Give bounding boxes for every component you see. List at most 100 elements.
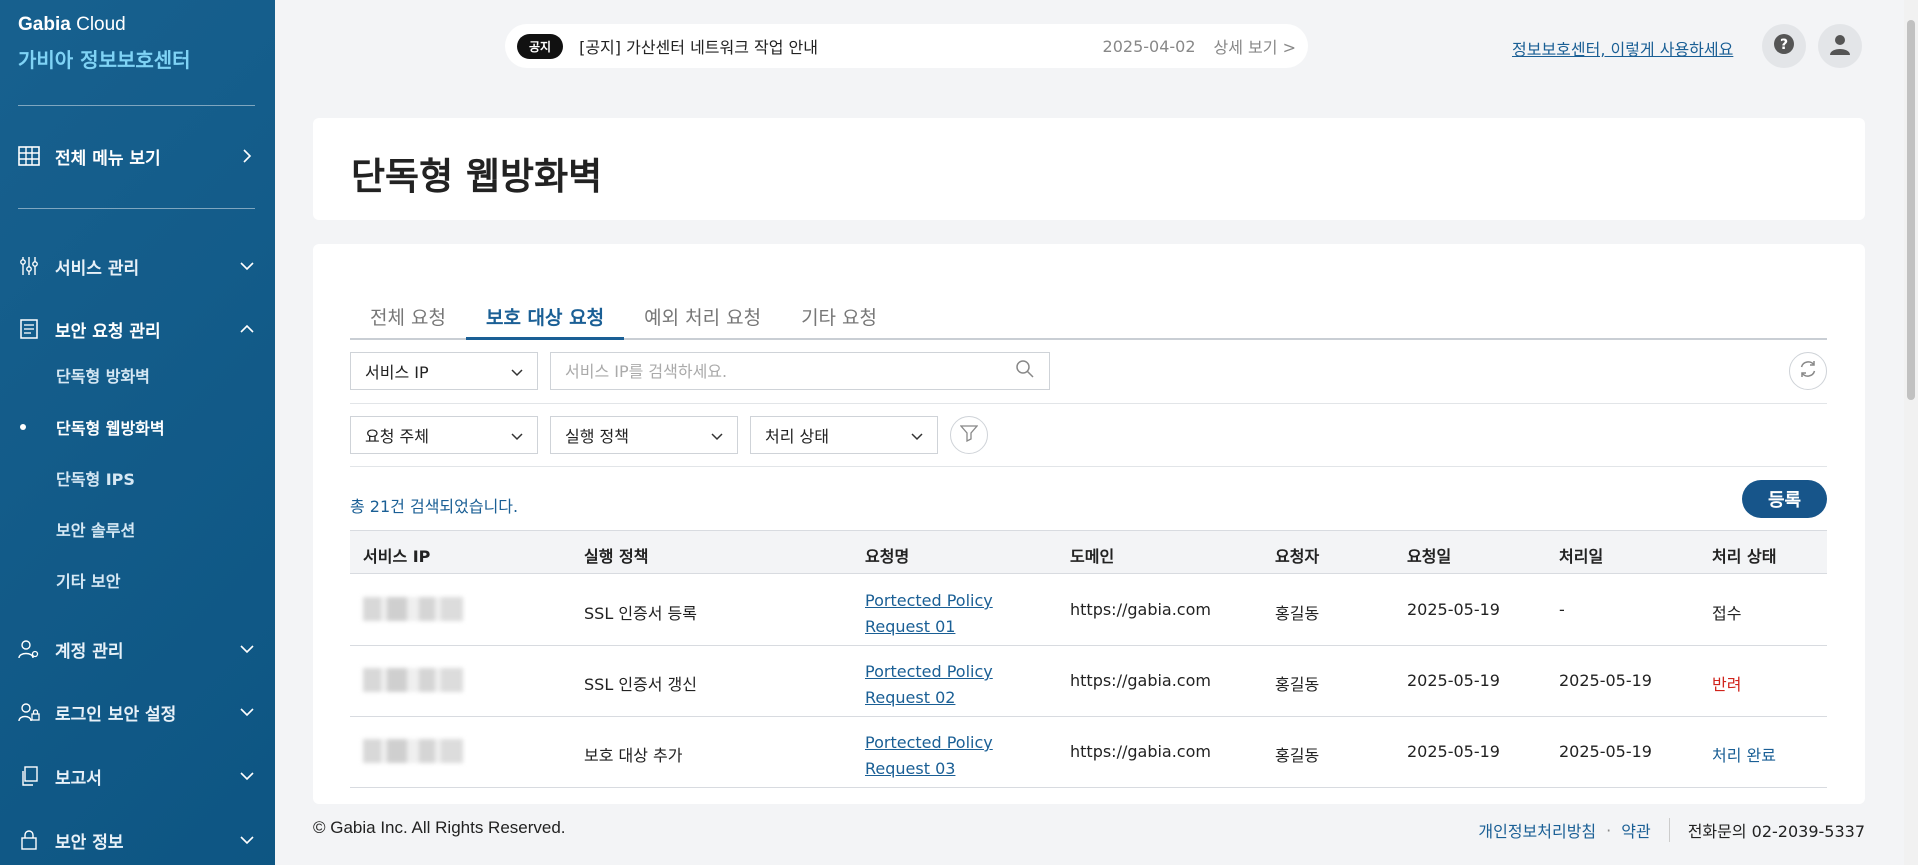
sidebar-item-security-request-label: 보안 요청 관리 — [55, 321, 161, 342]
sidebar-item-report-label: 보고서 — [55, 768, 102, 789]
divider — [350, 466, 1827, 467]
notice-badge: 공지 — [517, 33, 564, 59]
cell-process-date: 2025-05-19 — [1559, 742, 1652, 761]
brand-logo[interactable]: Gabia Cloud 가비아 정보보호센터 — [18, 14, 191, 73]
filter-icon — [959, 424, 979, 446]
chevron-down-icon — [236, 638, 258, 660]
policy-value: 실행 정책 — [565, 427, 629, 446]
sidebar-sub-firewall[interactable]: 단독형 방화벽 — [56, 363, 150, 387]
chevron-up-icon — [236, 318, 258, 340]
table-row[interactable]: SSL 인증서 갱신 Portected Policy Request 02 ht… — [350, 646, 1827, 717]
sliders-icon — [18, 255, 40, 277]
th-requester: 요청자 — [1275, 547, 1320, 566]
search-input[interactable] — [565, 361, 1015, 381]
sidebar-item-login-security[interactable]: 로그인 보안 설정 — [18, 697, 258, 727]
cell-request-name-link[interactable]: Portected Policy Request 02 — [865, 659, 993, 711]
page-scrollbar[interactable] — [1904, 0, 1918, 865]
sidebar-sub-solution[interactable]: 보안 솔루션 — [56, 517, 135, 541]
profile-button[interactable] — [1818, 24, 1862, 68]
question-icon: ? — [1773, 33, 1795, 59]
notice-text[interactable]: [공지] 가산센터 네트워크 작업 안내 — [579, 34, 818, 58]
status-value: 처리 상태 — [765, 427, 829, 446]
filter-button[interactable] — [950, 416, 988, 454]
cell-domain: https://gabia.com — [1070, 742, 1211, 761]
chevron-right-icon — [236, 145, 258, 167]
active-bullet-icon — [20, 424, 26, 430]
chevron-down-icon — [711, 426, 723, 445]
sidebar-sub-other[interactable]: 기타 보안 — [56, 568, 120, 592]
tab-all-requests[interactable]: 전체 요청 — [350, 298, 466, 340]
status-select[interactable]: 처리 상태 — [750, 416, 938, 454]
cell-request-date: 2025-05-19 — [1407, 600, 1500, 619]
th-request-date: 요청일 — [1407, 547, 1452, 566]
service-ip-redacted — [363, 597, 463, 621]
register-button[interactable]: 등록 — [1742, 480, 1827, 518]
chevron-down-icon — [236, 765, 258, 787]
cell-requester: 홍길동 — [1275, 675, 1320, 694]
search-box — [550, 352, 1050, 390]
cell-status: 접수 — [1712, 604, 1742, 623]
request-name-line1: Portected Policy — [865, 591, 993, 610]
tab-exception-requests[interactable]: 예외 처리 요청 — [624, 298, 781, 340]
cell-policy: 보호 대상 추가 — [584, 746, 683, 765]
search-type-select[interactable]: 서비스 IP — [350, 352, 538, 390]
separator-dot: · — [1606, 820, 1612, 840]
brand-product: Cloud — [70, 14, 126, 35]
cell-request-date: 2025-05-19 — [1407, 671, 1500, 690]
th-process-date: 처리일 — [1559, 547, 1604, 566]
cell-process-date: - — [1559, 600, 1565, 619]
copy-icon — [18, 765, 40, 787]
sidebar: Gabia Cloud 가비아 정보보호센터 전체 메뉴 보기 서비스 관리 보… — [0, 0, 275, 865]
sidebar-all-menu[interactable]: 전체 메뉴 보기 — [18, 141, 258, 171]
request-name-line2: Request 02 — [865, 688, 956, 707]
cell-request-name-link[interactable]: Portected Policy Request 03 — [865, 730, 993, 782]
chevron-down-icon — [236, 829, 258, 851]
requester-type-select[interactable]: 요청 주체 — [350, 416, 538, 454]
th-status: 처리 상태 — [1712, 547, 1777, 566]
request-name-line2: Request 01 — [865, 617, 956, 636]
cell-request-date: 2025-05-19 — [1407, 742, 1500, 761]
table-header: 서비스 IP 실행 정책 요청명 도메인 요청자 요청일 처리일 처리 상태 — [350, 530, 1827, 574]
help-button[interactable]: ? — [1762, 24, 1806, 68]
sidebar-item-login-security-label: 로그인 보안 설정 — [55, 704, 177, 725]
cell-domain: https://gabia.com — [1070, 600, 1211, 619]
search-icon[interactable] — [1015, 359, 1035, 383]
user-lock-icon — [18, 701, 40, 723]
privacy-policy-link[interactable]: 개인정보처리방침 — [1478, 818, 1596, 842]
help-guide-link[interactable]: 정보보호센터, 이렇게 사용하세요 — [1512, 36, 1733, 60]
search-type-value: 서비스 IP — [365, 363, 429, 382]
sidebar-sub-ips[interactable]: 단독형 IPS — [56, 466, 135, 490]
cell-policy: SSL 인증서 갱신 — [584, 675, 697, 694]
document-icon — [18, 318, 40, 340]
refresh-button[interactable] — [1789, 352, 1827, 390]
sidebar-all-menu-label: 전체 메뉴 보기 — [55, 148, 161, 169]
service-ip-redacted — [363, 668, 463, 692]
chevron-down-icon — [511, 362, 523, 381]
terms-link[interactable]: 약관 — [1621, 818, 1650, 842]
th-request-name: 요청명 — [865, 547, 910, 566]
svg-text:?: ? — [1780, 37, 1788, 53]
sidebar-item-report[interactable]: 보고서 — [18, 761, 258, 791]
request-tabs: 전체 요청 보호 대상 요청 예외 처리 요청 기타 요청 — [350, 298, 1827, 340]
result-count: 총 21건 검색되었습니다. — [350, 497, 519, 516]
user-icon — [1828, 32, 1852, 60]
cell-request-name-link[interactable]: Portected Policy Request 01 — [865, 588, 993, 640]
policy-select[interactable]: 실행 정책 — [550, 416, 738, 454]
sidebar-item-account[interactable]: 계정 관리 — [18, 634, 258, 664]
tab-protected-requests[interactable]: 보호 대상 요청 — [465, 298, 625, 340]
sidebar-item-security-info[interactable]: 보안 정보 — [18, 825, 258, 855]
th-domain: 도메인 — [1070, 547, 1115, 566]
tab-other-requests[interactable]: 기타 요청 — [781, 298, 897, 340]
notice-bar[interactable]: 공지 [공지] 가산센터 네트워크 작업 안내 2025-04-02 상세 보기… — [505, 24, 1308, 68]
refresh-icon — [1797, 358, 1819, 384]
sidebar-item-security-request[interactable]: 보안 요청 관리 — [18, 314, 258, 344]
notice-more-link[interactable]: 상세 보기 > — [1214, 34, 1296, 58]
sidebar-divider — [18, 208, 255, 209]
table-row[interactable]: SSL 인증서 등록 Portected Policy Request 01 ht… — [350, 575, 1827, 646]
sidebar-sub-waf[interactable]: 단독형 웹방화벽 — [56, 415, 165, 439]
table-row[interactable]: 보호 대상 추가 Portected Policy Request 03 http… — [350, 717, 1827, 788]
sidebar-item-service[interactable]: 서비스 관리 — [18, 251, 258, 281]
cell-status: 반려 — [1712, 675, 1742, 694]
scrollbar-thumb[interactable] — [1907, 20, 1915, 400]
request-name-line1: Portected Policy — [865, 662, 993, 681]
